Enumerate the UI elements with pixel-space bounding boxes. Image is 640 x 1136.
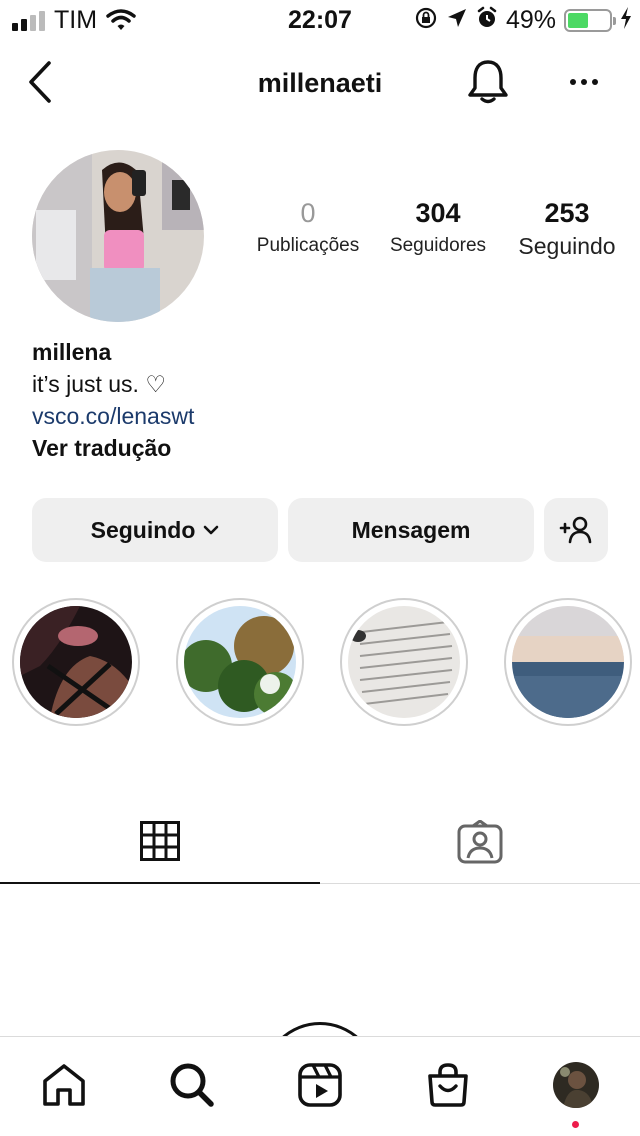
translate-link[interactable]: Ver tradução bbox=[32, 432, 612, 464]
nav-search[interactable] bbox=[164, 1057, 220, 1113]
posts-label: Publicações bbox=[256, 235, 360, 256]
carrier-label: TIM bbox=[54, 6, 98, 34]
tab-tagged[interactable] bbox=[320, 800, 640, 884]
more-options-button[interactable] bbox=[562, 64, 606, 100]
posts-count: 0 bbox=[300, 198, 316, 228]
nav-reels[interactable] bbox=[292, 1057, 348, 1113]
following-label: Seguindo bbox=[518, 233, 616, 259]
alarm-icon bbox=[476, 6, 498, 35]
back-button[interactable] bbox=[22, 60, 58, 104]
followers-label: Seguidores bbox=[389, 235, 487, 256]
profile-header: millenaeti bbox=[0, 52, 640, 112]
highlight-portrait[interactable] bbox=[12, 598, 140, 726]
stat-posts[interactable]: 0 Publicações bbox=[240, 198, 376, 257]
profile-name: millena bbox=[32, 339, 112, 365]
profile-bio: millena it’s just us. ♡ vsco.co/lenaswt … bbox=[32, 336, 612, 464]
tagged-icon bbox=[457, 820, 503, 864]
more-dots-icon bbox=[570, 79, 576, 85]
bio-text: it’s just us. ♡ bbox=[32, 371, 166, 397]
nav-home[interactable] bbox=[36, 1057, 92, 1113]
tab-grid[interactable] bbox=[0, 800, 320, 884]
reels-icon bbox=[298, 1063, 342, 1107]
status-time: 22:07 bbox=[288, 6, 352, 34]
message-button[interactable]: Mensagem bbox=[288, 498, 534, 562]
bell-icon bbox=[468, 60, 508, 104]
followers-count: 304 bbox=[415, 198, 461, 228]
add-user-button[interactable] bbox=[544, 498, 608, 562]
profile-tabs bbox=[0, 800, 640, 884]
message-button-label: Mensagem bbox=[351, 516, 471, 543]
bio-link[interactable]: vsco.co/lenaswt bbox=[32, 400, 194, 432]
orientation-lock-icon bbox=[414, 6, 438, 35]
stat-following[interactable]: 253 Seguindo bbox=[500, 198, 634, 260]
search-icon bbox=[170, 1063, 214, 1107]
add-user-icon bbox=[559, 516, 592, 544]
more-dot bbox=[592, 79, 598, 85]
back-chevron-icon bbox=[29, 61, 51, 103]
bottom-nav bbox=[0, 1036, 640, 1136]
highlight-trees[interactable] bbox=[176, 598, 304, 726]
page-title: millenaeti bbox=[257, 68, 383, 98]
nav-profile[interactable] bbox=[548, 1057, 604, 1113]
more-dot bbox=[581, 79, 587, 85]
home-icon bbox=[43, 1064, 85, 1106]
notification-dot bbox=[572, 1121, 579, 1128]
highlight-ocean[interactable] bbox=[504, 598, 632, 726]
chevron-down-icon bbox=[204, 525, 219, 535]
following-button[interactable]: Seguindo bbox=[32, 498, 278, 562]
following-count: 253 bbox=[544, 198, 590, 228]
status-bar: TIM 22:07 49% bbox=[0, 0, 640, 40]
notifications-button[interactable] bbox=[464, 58, 512, 106]
shop-icon bbox=[428, 1063, 468, 1107]
nav-shop[interactable] bbox=[420, 1057, 476, 1113]
following-button-label: Seguindo bbox=[90, 516, 196, 543]
profile-avatar-icon bbox=[553, 1062, 599, 1108]
highlight-book[interactable] bbox=[340, 598, 468, 726]
avatar[interactable] bbox=[32, 150, 204, 322]
wifi-icon bbox=[106, 8, 136, 37]
grid-icon bbox=[140, 821, 180, 861]
battery-percent: 49% bbox=[505, 5, 556, 34]
signal-icon bbox=[12, 11, 45, 31]
location-arrow-icon bbox=[446, 7, 468, 34]
stat-followers[interactable]: 304 Seguidores bbox=[376, 198, 500, 257]
battery-icon bbox=[564, 8, 616, 32]
charging-bolt-icon bbox=[620, 6, 632, 34]
